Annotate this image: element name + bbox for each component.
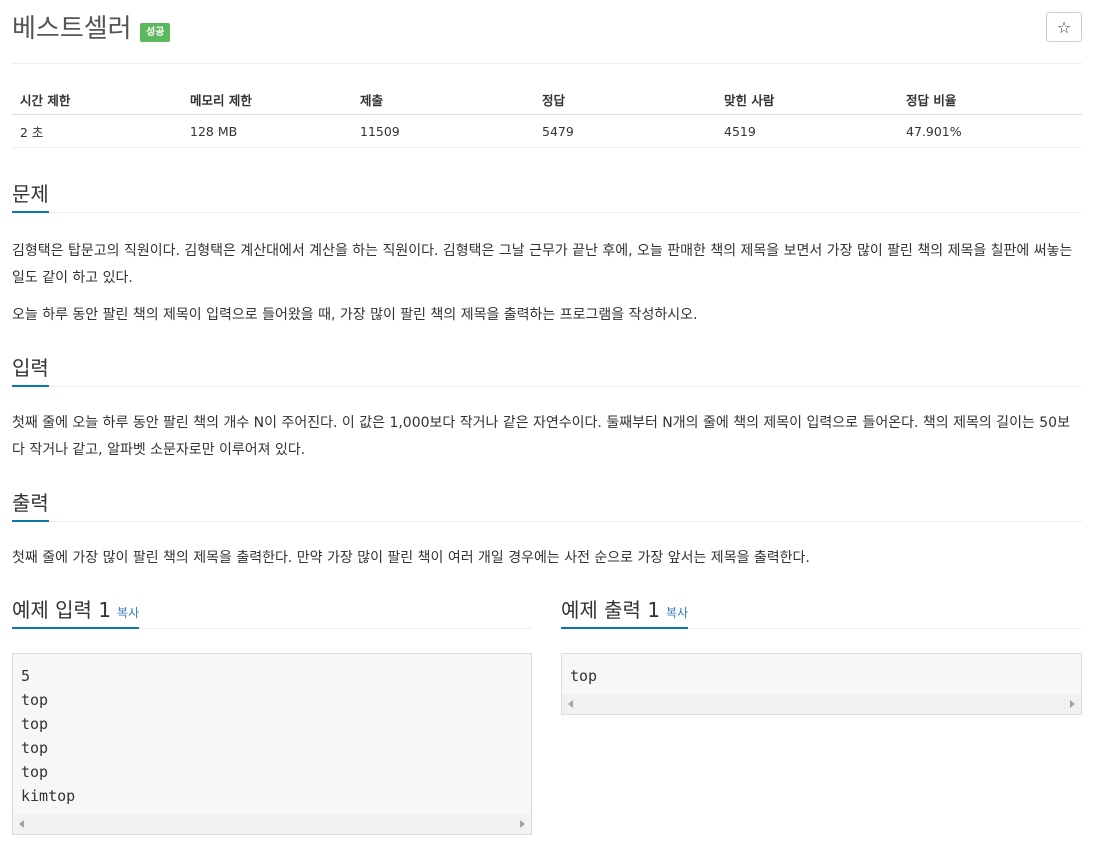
info-submissions: 11509 [352, 114, 534, 148]
info-value-row: 2 초 128 MB 11509 5479 4519 47.901% [12, 114, 1082, 148]
problem-headline: 문제 [12, 178, 1082, 213]
info-memory-limit: 128 MB [182, 114, 352, 148]
input-heading: 입력 [12, 354, 49, 387]
problem-info-table: 시간 제한 메모리 제한 제출 정답 맞힌 사람 정답 비율 2 초 128 M… [12, 84, 1082, 148]
title-row: 베스트셀러 성공 ☆ [12, 10, 1082, 50]
input-paragraph: 첫째 줄에 오늘 하루 동안 팔린 책의 개수 N이 주어진다. 이 값은 1,… [12, 415, 1070, 458]
sample-input-headline: 예제 입력 1 복사 [12, 594, 532, 629]
sample-input-title: 예제 입력 1 복사 [12, 596, 140, 629]
info-header-ratio: 정답 비율 [898, 84, 1082, 115]
output-heading: 출력 [12, 489, 49, 522]
scroll-right-icon[interactable] [1070, 700, 1075, 708]
copy-sample-input-button[interactable]: 복사 [117, 606, 139, 620]
problem-description: 김형택은 탑문고의 직원이다. 김형택은 계산대에서 계산을 하는 직원이다. … [12, 213, 1082, 329]
sample-output-title: 예제 출력 1 복사 [561, 596, 689, 629]
output-section: 출력 첫째 줄에 가장 많이 팔린 책의 제목을 출력한다. 만약 가장 많이 … [12, 487, 1082, 572]
star-icon: ☆ [1056, 18, 1072, 37]
sample-output-content: top [570, 667, 598, 685]
sample-input-section: 예제 입력 1 복사 5 top top top top kimtop [12, 594, 532, 835]
scroll-left-icon[interactable] [568, 700, 573, 708]
info-time-limit: 2 초 [12, 114, 182, 148]
info-header-time-limit: 시간 제한 [12, 84, 182, 115]
info-accepted: 5479 [534, 114, 716, 148]
sample-output-headline: 예제 출력 1 복사 [561, 594, 1082, 629]
scroll-left-icon[interactable] [19, 820, 24, 828]
problem-title: 베스트셀러 [12, 14, 132, 44]
info-header-solvers: 맞힌 사람 [716, 84, 898, 115]
input-headline: 입력 [12, 352, 1082, 387]
sample-output-box: top [561, 653, 1082, 715]
sample-output-heading: 예제 출력 1 [561, 598, 661, 622]
input-description: 첫째 줄에 오늘 하루 동안 팔린 책의 개수 N이 주어진다. 이 값은 1,… [12, 387, 1082, 464]
title-divider [12, 63, 1082, 64]
output-description: 첫째 줄에 가장 많이 팔린 책의 제목을 출력한다. 만약 가장 많이 팔린 … [12, 522, 1082, 572]
scroll-right-icon[interactable] [520, 820, 525, 828]
copy-sample-output-button[interactable]: 복사 [666, 606, 688, 620]
problem-heading: 문제 [12, 180, 49, 213]
input-section: 입력 첫째 줄에 오늘 하루 동안 팔린 책의 개수 N이 주어진다. 이 값은… [12, 352, 1082, 464]
sample-output-section: 예제 출력 1 복사 top [561, 594, 1082, 715]
info-solvers: 4519 [716, 114, 898, 148]
info-ratio: 47.901% [898, 114, 1082, 148]
sample-output-scrollbar[interactable] [562, 694, 1081, 714]
output-paragraph: 첫째 줄에 가장 많이 팔린 책의 제목을 출력한다. 만약 가장 많이 팔린 … [12, 550, 810, 566]
star-button[interactable]: ☆ [1046, 12, 1082, 42]
problem-section: 문제 김형택은 탑문고의 직원이다. 김형택은 계산대에서 계산을 하는 직원이… [12, 178, 1082, 329]
info-header-row: 시간 제한 메모리 제한 제출 정답 맞힌 사람 정답 비율 [12, 84, 1082, 115]
output-headline: 출력 [12, 487, 1082, 522]
sample-input-box: 5 top top top top kimtop [12, 653, 532, 835]
status-badge: 성공 [140, 23, 171, 42]
info-header-submissions: 제출 [352, 84, 534, 115]
info-header-accepted: 정답 [534, 84, 716, 115]
sample-input-scrollbar[interactable] [13, 814, 531, 834]
sample-input-heading: 예제 입력 1 [12, 598, 112, 622]
problem-paragraph: 김형택은 탑문고의 직원이다. 김형택은 계산대에서 계산을 하는 직원이다. … [12, 243, 1073, 286]
info-header-memory-limit: 메모리 제한 [182, 84, 352, 115]
problem-paragraph: 오늘 하루 동안 팔린 책의 제목이 입력으로 들어왔을 때, 가장 많이 팔린… [12, 307, 698, 323]
sample-input-content: 5 top top top top kimtop [21, 667, 76, 805]
